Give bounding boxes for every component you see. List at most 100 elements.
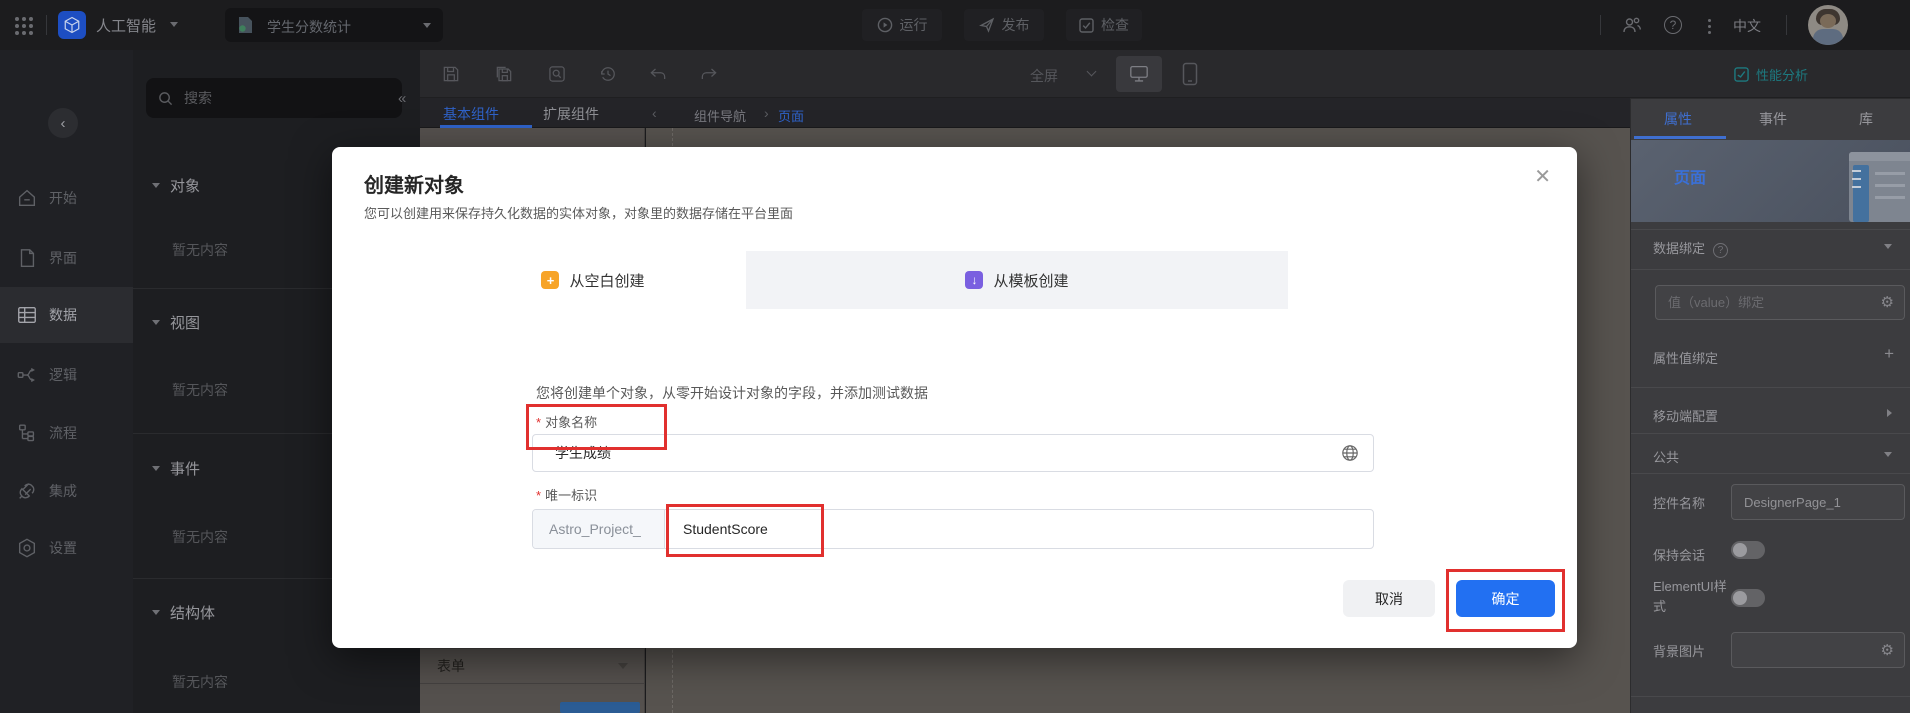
common-section-header[interactable]: 公共 — [1653, 447, 1679, 466]
tab-create-from-template[interactable]: ↓ 从模板创建 — [746, 251, 1288, 309]
caret-down-icon — [152, 610, 160, 615]
section-events[interactable]: 事件 — [152, 458, 200, 479]
tab-extended-components[interactable]: 扩展组件 — [543, 104, 599, 124]
desktop-view-button[interactable] — [1116, 56, 1162, 92]
keep-session-toggle[interactable] — [1731, 541, 1765, 559]
rail-item-logic[interactable]: 逻辑 — [0, 347, 133, 403]
object-name-field[interactable] — [532, 434, 1374, 472]
rail-item-integration[interactable]: 集成 — [0, 463, 133, 519]
component-thumb[interactable] — [560, 702, 640, 713]
performance-analysis[interactable]: 性能分析 — [1734, 65, 1808, 84]
app-name[interactable]: 人工智能 — [96, 15, 156, 36]
rail-label: 流程 — [49, 423, 77, 443]
chevron-left-icon[interactable]: ‹ — [652, 105, 657, 121]
redo-icon[interactable] — [699, 64, 719, 84]
value-binding-field[interactable]: ⚙ — [1655, 285, 1905, 320]
rail-item-interface[interactable]: 界面 — [0, 230, 133, 286]
tab-library[interactable]: 库 — [1859, 109, 1873, 129]
control-name-field[interactable] — [1731, 484, 1905, 520]
mobile-view-button[interactable] — [1182, 62, 1198, 86]
users-icon[interactable] — [1622, 15, 1642, 35]
elementui-style-label: ElementUI样式 — [1653, 577, 1731, 616]
preview-icon[interactable] — [547, 64, 567, 84]
apps-grid-icon[interactable] — [14, 16, 34, 36]
gear-icon[interactable]: ⚙ — [1881, 295, 1894, 310]
project-file-icon — [238, 16, 253, 34]
mobile-config-header[interactable]: 移动端配置 — [1653, 406, 1718, 425]
gear-icon[interactable]: ⚙ — [1881, 643, 1894, 658]
elementui-style-toggle[interactable] — [1731, 589, 1765, 607]
tab-label: 从空白创建 — [569, 270, 644, 291]
collapse-sidebar-button[interactable]: ‹ — [48, 108, 78, 138]
download-square-icon: ↓ — [965, 271, 983, 289]
undo-icon[interactable] — [648, 64, 668, 84]
bg-image-field[interactable]: ⚙ — [1731, 632, 1905, 668]
check-label: 检查 — [1101, 15, 1129, 35]
help-circle-icon[interactable]: ? — [1713, 243, 1728, 258]
save-all-icon[interactable] — [494, 64, 514, 84]
rail-item-flow[interactable]: 流程 — [0, 405, 133, 461]
attr-binding-label: 属性值绑定 — [1653, 348, 1718, 367]
rail-item-data[interactable]: 数据 — [0, 287, 133, 343]
form-description: 您将创建单个对象，从零开始设计对象的字段，并添加测试数据 — [536, 383, 928, 403]
check-button[interactable]: 检查 — [1066, 9, 1142, 41]
breadcrumb-current[interactable]: 页面 — [778, 106, 804, 125]
collapse-panel-icon[interactable]: « — [398, 90, 406, 107]
close-icon[interactable]: ✕ — [1534, 167, 1551, 187]
publish-button[interactable]: 发布 — [964, 9, 1044, 41]
divider — [1631, 387, 1910, 388]
unique-id-field[interactable]: Astro_Project_ — [532, 509, 1374, 549]
component-group-form[interactable]: 表单 — [420, 648, 645, 684]
value-binding-input[interactable] — [1666, 294, 1881, 311]
section-structs[interactable]: 结构体 — [152, 602, 215, 623]
search-box[interactable] — [146, 78, 402, 118]
tab-basic-components[interactable]: 基本组件 — [443, 104, 499, 124]
selected-widget-card: 页面 — [1631, 140, 1910, 222]
bg-image-input[interactable] — [1742, 642, 1881, 659]
rail-label: 界面 — [49, 248, 77, 268]
save-icon[interactable] — [441, 64, 461, 84]
cancel-button[interactable]: 取消 — [1343, 580, 1435, 617]
project-selector[interactable]: 学生分数统计 — [225, 8, 443, 42]
data-binding-header[interactable]: 数据绑定? — [1653, 238, 1728, 258]
control-name-input[interactable] — [1742, 494, 1894, 511]
breadcrumb-root[interactable]: 组件导航 — [694, 106, 746, 125]
empty-hint: 暂无内容 — [172, 672, 228, 692]
project-name: 学生分数统计 — [267, 17, 351, 37]
app-logo-icon[interactable] — [58, 11, 86, 39]
confirm-button[interactable]: 确定 — [1456, 580, 1555, 617]
divider — [1631, 229, 1910, 230]
language-switch[interactable]: 中文 — [1733, 16, 1761, 36]
label-text: 对象名称 — [545, 415, 597, 430]
rail-item-start[interactable]: 开始 — [0, 170, 133, 226]
avatar[interactable] — [1808, 5, 1848, 45]
object-name-input[interactable] — [553, 444, 1341, 462]
section-views[interactable]: 视图 — [152, 312, 200, 333]
globe-icon[interactable] — [1341, 444, 1359, 462]
run-label: 运行 — [900, 15, 928, 35]
help-icon[interactable]: ? — [1664, 16, 1682, 34]
add-attr-binding-icon[interactable]: + — [1884, 344, 1894, 364]
section-title: 事件 — [170, 458, 200, 479]
unique-id-input[interactable] — [665, 520, 1373, 538]
divider — [1631, 269, 1910, 270]
divider — [46, 15, 47, 35]
search-input[interactable] — [182, 89, 390, 107]
tab-properties[interactable]: 属性 — [1664, 109, 1692, 129]
more-menu-icon[interactable] — [1708, 16, 1711, 37]
breadcrumb-separator: › — [764, 105, 769, 121]
run-button[interactable]: 运行 — [862, 9, 942, 41]
unique-id-label: *唯一标识 — [536, 485, 597, 504]
top-bar: 人工智能 学生分数统计 运行 发布 检查 — [0, 0, 1910, 50]
screen-size-select[interactable]: 全屏 — [1030, 66, 1058, 86]
history-icon[interactable] — [598, 64, 618, 84]
rail-item-settings[interactable]: 设置 — [0, 520, 133, 576]
divider — [1631, 433, 1910, 434]
check-square-icon — [1079, 18, 1094, 33]
search-icon — [158, 91, 173, 106]
section-objects[interactable]: 对象 — [152, 175, 200, 196]
plus-square-icon: + — [541, 271, 559, 289]
tab-events[interactable]: 事件 — [1759, 109, 1787, 129]
tab-create-from-blank[interactable]: + 从空白创建 — [440, 251, 746, 309]
modal-title: 创建新对象 — [364, 169, 464, 198]
